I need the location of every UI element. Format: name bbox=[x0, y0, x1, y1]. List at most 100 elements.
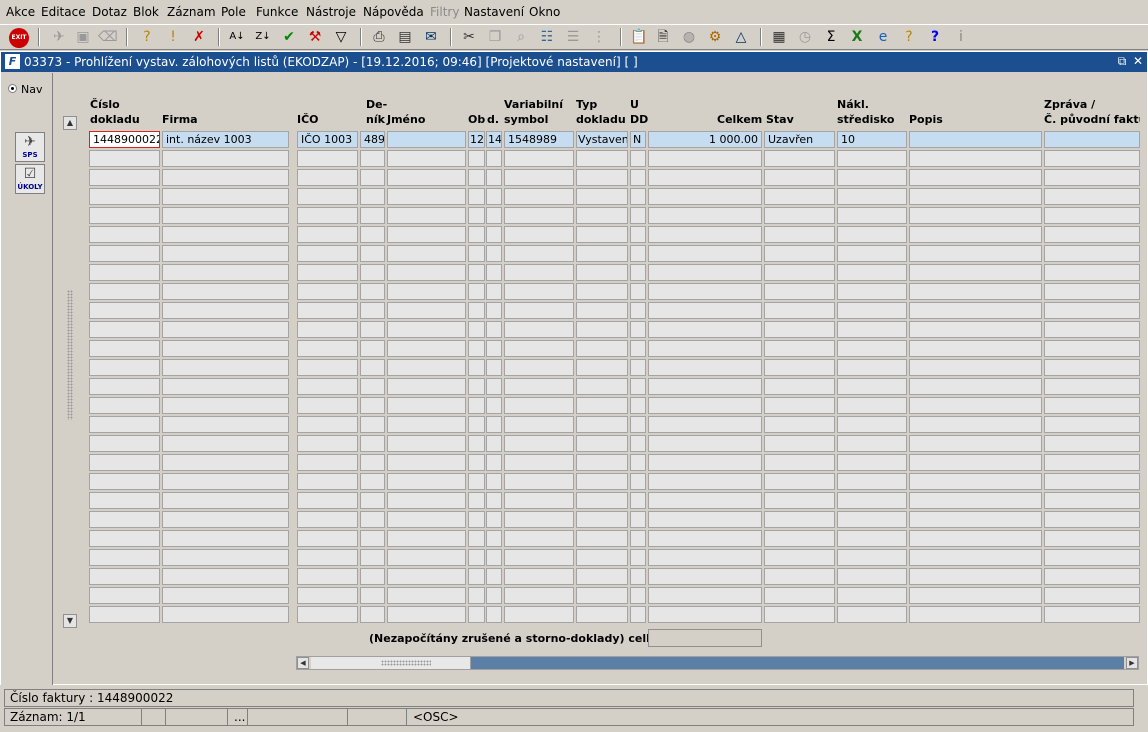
empty-cell[interactable] bbox=[837, 511, 907, 528]
info-icon[interactable]: i bbox=[952, 28, 970, 46]
empty-cell[interactable] bbox=[1044, 283, 1140, 300]
empty-cell[interactable] bbox=[504, 454, 574, 471]
clock-icon[interactable]: ◷ bbox=[796, 28, 814, 46]
empty-cell[interactable] bbox=[468, 264, 485, 281]
empty-cell[interactable] bbox=[297, 454, 358, 471]
empty-cell[interactable] bbox=[486, 606, 502, 623]
empty-cell[interactable] bbox=[630, 321, 646, 338]
empty-cell[interactable] bbox=[486, 321, 502, 338]
empty-cell[interactable] bbox=[630, 549, 646, 566]
copy-icon[interactable]: ❐ bbox=[486, 28, 504, 46]
empty-cell[interactable] bbox=[89, 492, 160, 509]
empty-cell[interactable] bbox=[297, 473, 358, 490]
empty-cell[interactable] bbox=[486, 568, 502, 585]
empty-cell[interactable] bbox=[837, 340, 907, 357]
empty-cell[interactable] bbox=[764, 321, 835, 338]
empty-cell[interactable] bbox=[576, 530, 628, 547]
empty-cell[interactable] bbox=[486, 378, 502, 395]
empty-cell[interactable] bbox=[486, 549, 502, 566]
exit-button[interactable]: EXIT bbox=[9, 28, 29, 48]
empty-cell[interactable] bbox=[387, 169, 466, 186]
empty-cell[interactable] bbox=[504, 473, 574, 490]
empty-cell[interactable] bbox=[764, 473, 835, 490]
scroll-left-icon[interactable]: ◀ bbox=[297, 657, 309, 669]
empty-cell[interactable] bbox=[648, 568, 762, 585]
triangle-icon[interactable]: △ bbox=[732, 28, 750, 46]
empty-cell[interactable] bbox=[387, 302, 466, 319]
empty-cell[interactable] bbox=[162, 606, 289, 623]
cancel-query-icon[interactable]: ✗ bbox=[190, 28, 208, 46]
empty-cell[interactable] bbox=[504, 169, 574, 186]
empty-cell[interactable] bbox=[909, 340, 1042, 357]
empty-cell[interactable] bbox=[486, 397, 502, 414]
empty-cell[interactable] bbox=[468, 454, 485, 471]
restore-icon[interactable]: ⧉ bbox=[1115, 54, 1129, 69]
empty-cell[interactable] bbox=[387, 283, 466, 300]
empty-cell[interactable] bbox=[648, 359, 762, 376]
empty-cell[interactable] bbox=[1044, 473, 1140, 490]
empty-cell[interactable] bbox=[387, 226, 466, 243]
empty-cell[interactable] bbox=[576, 264, 628, 281]
empty-cell[interactable] bbox=[486, 340, 502, 357]
empty-cell[interactable] bbox=[909, 587, 1042, 604]
empty-cell[interactable] bbox=[89, 150, 160, 167]
menu-napoveda[interactable]: Nápověda bbox=[363, 5, 424, 19]
empty-cell[interactable] bbox=[504, 207, 574, 224]
empty-cell[interactable] bbox=[576, 378, 628, 395]
empty-cell[interactable] bbox=[297, 264, 358, 281]
empty-cell[interactable] bbox=[504, 340, 574, 357]
empty-cell[interactable] bbox=[1044, 226, 1140, 243]
empty-cell[interactable] bbox=[387, 416, 466, 433]
empty-cell[interactable] bbox=[837, 169, 907, 186]
row-cell-zprava[interactable] bbox=[1044, 131, 1140, 148]
empty-cell[interactable] bbox=[648, 378, 762, 395]
empty-cell[interactable] bbox=[1044, 150, 1140, 167]
empty-cell[interactable] bbox=[909, 435, 1042, 452]
empty-cell[interactable] bbox=[360, 283, 385, 300]
sigma-icon[interactable]: Σ bbox=[822, 28, 840, 46]
sps-button[interactable]: ✈ SPS bbox=[15, 132, 45, 162]
clear-record-icon[interactable]: ✈ bbox=[50, 28, 68, 46]
empty-cell[interactable] bbox=[162, 435, 289, 452]
menu-zaznam[interactable]: Záznam bbox=[167, 5, 216, 19]
empty-cell[interactable] bbox=[360, 245, 385, 262]
scroll-up-icon[interactable]: ▲ bbox=[63, 116, 77, 130]
empty-cell[interactable] bbox=[648, 283, 762, 300]
empty-cell[interactable] bbox=[909, 207, 1042, 224]
empty-cell[interactable] bbox=[909, 492, 1042, 509]
empty-cell[interactable] bbox=[764, 245, 835, 262]
excel-icon[interactable]: X bbox=[848, 28, 866, 46]
empty-cell[interactable] bbox=[909, 568, 1042, 585]
mail-icon[interactable]: ✉ bbox=[422, 28, 440, 46]
empty-cell[interactable] bbox=[504, 150, 574, 167]
empty-cell[interactable] bbox=[89, 207, 160, 224]
empty-cell[interactable] bbox=[89, 454, 160, 471]
empty-cell[interactable] bbox=[764, 169, 835, 186]
empty-cell[interactable] bbox=[837, 568, 907, 585]
empty-cell[interactable] bbox=[89, 226, 160, 243]
empty-cell[interactable] bbox=[504, 264, 574, 281]
empty-cell[interactable] bbox=[504, 492, 574, 509]
tree-icon[interactable]: ☰ bbox=[564, 28, 582, 46]
empty-cell[interactable] bbox=[468, 283, 485, 300]
empty-cell[interactable] bbox=[162, 340, 289, 357]
empty-cell[interactable] bbox=[764, 492, 835, 509]
empty-cell[interactable] bbox=[764, 530, 835, 547]
empty-cell[interactable] bbox=[576, 511, 628, 528]
empty-cell[interactable] bbox=[909, 321, 1042, 338]
empty-cell[interactable] bbox=[1044, 397, 1140, 414]
ie-icon[interactable]: e bbox=[874, 28, 892, 46]
empty-cell[interactable] bbox=[648, 245, 762, 262]
empty-cell[interactable] bbox=[576, 321, 628, 338]
empty-cell[interactable] bbox=[504, 606, 574, 623]
execute-query-icon[interactable]: ! bbox=[164, 28, 182, 46]
empty-cell[interactable] bbox=[909, 378, 1042, 395]
empty-cell[interactable] bbox=[648, 454, 762, 471]
empty-cell[interactable] bbox=[837, 416, 907, 433]
scroll-down-icon[interactable]: ▼ bbox=[63, 614, 77, 628]
empty-cell[interactable] bbox=[576, 568, 628, 585]
empty-cell[interactable] bbox=[1044, 587, 1140, 604]
empty-cell[interactable] bbox=[89, 245, 160, 262]
empty-cell[interactable] bbox=[468, 606, 485, 623]
settings-icon[interactable]: ⚙ bbox=[706, 28, 724, 46]
